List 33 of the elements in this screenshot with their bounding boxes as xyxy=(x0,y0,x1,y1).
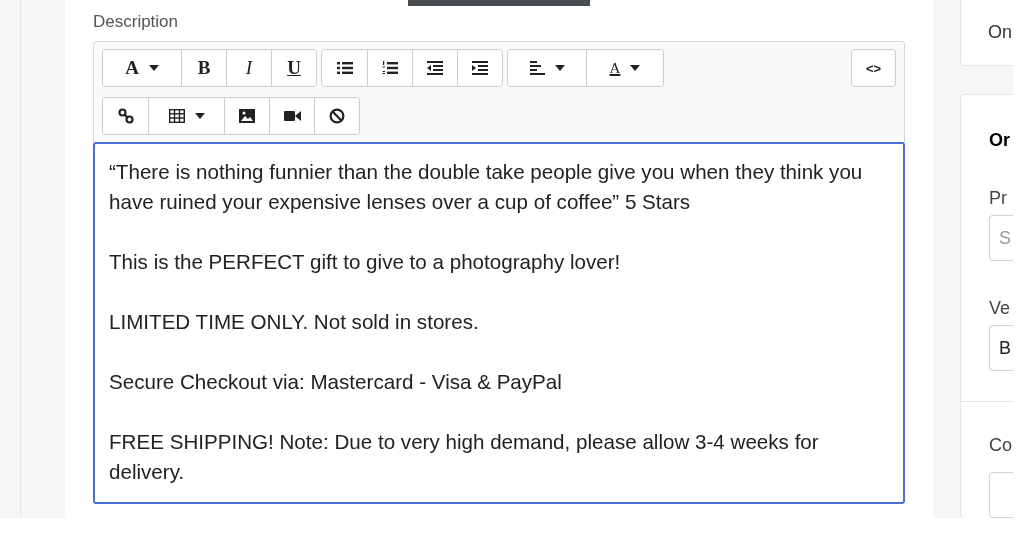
paragraph: Secure Checkout via: Mastercard - Visa & PayPal xyxy=(109,369,563,395)
clear-button[interactable] xyxy=(314,98,359,134)
field-label: Ve xyxy=(989,298,1012,319)
table-icon xyxy=(168,109,185,123)
video-camera-icon xyxy=(283,110,301,122)
indent-icon xyxy=(472,61,488,75)
indent-button[interactable] xyxy=(457,50,502,86)
caret-icon xyxy=(554,65,565,71)
field-label: Pr xyxy=(989,188,1008,209)
field-label: Co xyxy=(989,435,1013,456)
input-field[interactable]: B xyxy=(989,325,1013,371)
input-field[interactable]: S xyxy=(989,215,1013,261)
card-heading: Or xyxy=(989,130,1011,151)
link-icon xyxy=(117,108,134,124)
card-text: On xyxy=(988,22,1012,43)
align-left-icon xyxy=(529,61,545,75)
field-label: Description xyxy=(93,11,180,33)
prohibited-icon xyxy=(329,108,345,124)
caret-icon xyxy=(194,113,205,119)
caret-icon xyxy=(148,65,159,71)
outdent-icon xyxy=(427,61,443,75)
color-button[interactable]: A xyxy=(586,50,663,86)
editor-text-area[interactable] xyxy=(93,142,905,504)
image-icon xyxy=(239,109,255,123)
code-view-button[interactable]: <> xyxy=(851,49,896,87)
paragraph: “There is nothing funnier than the double take people give you when they think you have ruined your expensive lenses over a cup of coffee” 5 Stars xyxy=(109,159,864,215)
paragraph: This is the PERFECT gift to give to a photography lover! xyxy=(109,249,622,275)
paragraph: FREE SHIPPING! Note: Due to very high demand, please allow 3-4 weeks for delivery. xyxy=(109,429,820,485)
underline-button[interactable]: U xyxy=(271,50,316,86)
bullet-list-icon xyxy=(336,61,353,75)
paragraph: LIMITED TIME ONLY. Not sold in stores. xyxy=(109,309,480,335)
numbered-list-icon xyxy=(382,61,398,75)
caret-icon xyxy=(630,65,641,71)
